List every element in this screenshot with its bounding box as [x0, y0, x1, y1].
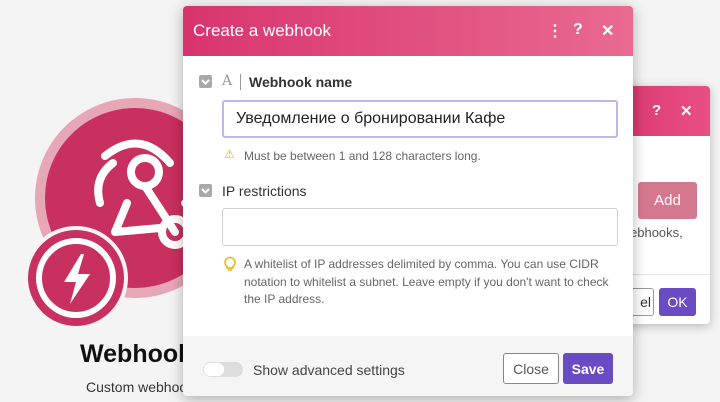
module-title: Webhook [80, 340, 193, 368]
advanced-settings-label: Show advanced settings [253, 362, 405, 378]
close-icon[interactable]: ✕ [601, 21, 614, 41]
webhook-name-label: Webhook name [249, 74, 353, 90]
lightning-bolt-icon [64, 254, 90, 304]
advanced-settings-toggle[interactable] [203, 362, 243, 377]
ip-restrictions-label: IP restrictions [222, 183, 307, 199]
add-button[interactable]: Add [638, 182, 697, 219]
webhook-name-input[interactable]: Уведомление о бронировании Кафе [222, 100, 618, 138]
more-vert-icon[interactable]: ⋮ [547, 21, 563, 41]
chevron-down-icon [201, 79, 210, 85]
webhook-name-toggle-checkbox[interactable] [199, 75, 212, 88]
dialog-header: Create a webhook ⋮ ? ✕ [183, 6, 633, 56]
lightbulb-icon [224, 256, 236, 271]
help-icon[interactable]: ? [652, 102, 661, 119]
close-button[interactable]: Close [503, 353, 559, 384]
type-separator [240, 74, 241, 90]
save-button[interactable]: Save [563, 353, 613, 384]
module-subtitle: Custom webhook [86, 379, 195, 395]
ip-restrictions-input[interactable] [222, 208, 618, 246]
chevron-down-icon [201, 188, 210, 194]
ip-restrictions-hint: A whitelist of IP addresses delimited by… [244, 257, 609, 306]
warning-icon: ⚠ [224, 147, 235, 161]
ip-restrictions-toggle-checkbox[interactable] [199, 184, 212, 197]
close-icon[interactable]: ✕ [680, 102, 693, 120]
create-webhook-dialog: Create a webhook ⋮ ? ✕ A Webhook name Ув… [183, 6, 633, 396]
ok-button[interactable]: OK [659, 288, 696, 316]
toggle-knob [204, 363, 224, 376]
dialog-title: Create a webhook [193, 21, 331, 40]
webhook-name-hint: Must be between 1 and 128 characters lon… [244, 149, 481, 163]
back-dialog-text: ebhooks, [630, 225, 683, 240]
instant-trigger-badge [24, 226, 128, 330]
text-type-icon: A [222, 73, 233, 89]
help-icon[interactable]: ? [573, 21, 583, 39]
